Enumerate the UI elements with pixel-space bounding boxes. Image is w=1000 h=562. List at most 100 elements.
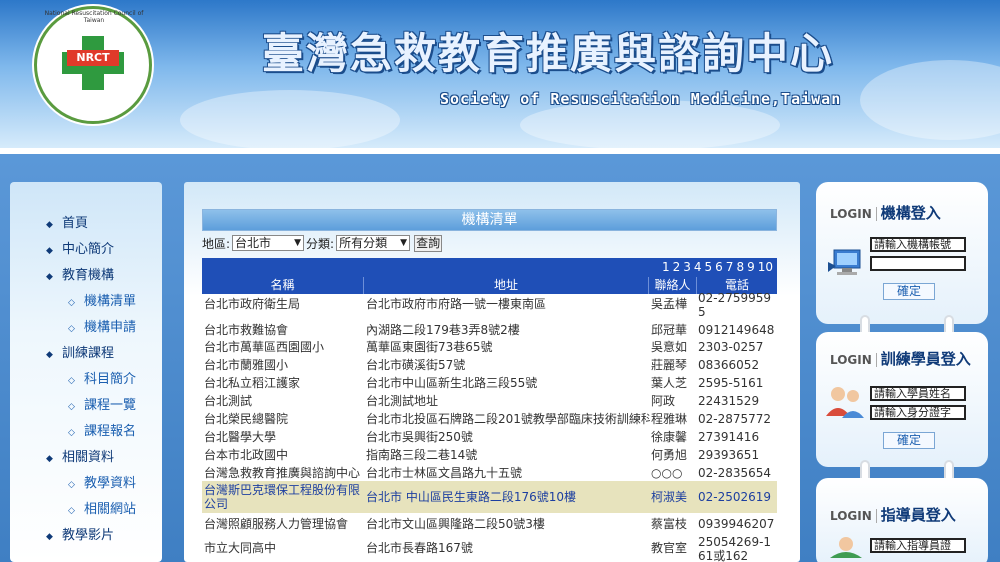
- cell-contact: 莊麗琴: [651, 358, 688, 372]
- table-row[interactable]: 台灣急救教育推廣與諮詢中心 台北市士林區文昌路九十五號 ○○○ 02-28356…: [202, 464, 777, 481]
- table-row[interactable]: 台北市救難協會 內湖路二段179巷3弄8號2樓 邱冠華 0912149648: [202, 320, 777, 338]
- region-select[interactable]: 台北市 ▼: [232, 235, 305, 251]
- page-link[interactable]: 7: [726, 260, 734, 274]
- instructor-icon: [826, 536, 866, 561]
- page-link[interactable]: 6: [715, 260, 723, 274]
- cell-contact: 葉人芝: [651, 376, 688, 390]
- table-row[interactable]: 台灣照顧服務人力管理協會 台北市文山區興隆路二段50號3樓 蔡富枝 093994…: [202, 513, 777, 533]
- cell-phone: 2303-0257: [698, 340, 764, 354]
- sidebar-item-resources[interactable]: ◆ 相關資料: [46, 448, 114, 468]
- sidebar-item-about[interactable]: ◆ 中心簡介: [46, 240, 114, 260]
- diamond-outline-bullet-icon: ◇: [68, 298, 75, 308]
- cell-name: 台北市萬華區西園國小: [204, 340, 325, 354]
- cell-phone: 08366052: [698, 358, 760, 372]
- sidebar-item-course-signup[interactable]: ◇ 課程報名: [68, 422, 136, 442]
- sidebar-item-subjects[interactable]: ◇ 科目簡介: [68, 370, 136, 390]
- student-login-submit-button[interactable]: 確定: [883, 432, 935, 449]
- sidebar-item-courses[interactable]: ◆ 訓練課程: [46, 344, 114, 364]
- login-title: 機構登入: [880, 204, 941, 222]
- student-name-input[interactable]: 請輸入學員姓名: [870, 386, 966, 401]
- table-row[interactable]: 台北市政府衛生局 台北市政府市府路一號一樓東南區 吳孟樺 02-2759959 …: [202, 291, 777, 320]
- org-account-input[interactable]: [870, 256, 966, 271]
- table-row[interactable]: 台北市萬華區西園國小 萬華區東園街73巷65號 吳意如 2303-0257: [202, 338, 777, 356]
- table-row[interactable]: 台北測試 台北測試地址 阿政 22431529: [202, 392, 777, 410]
- cell-phone: 29393651: [698, 448, 760, 462]
- sidebar-item-related-sites[interactable]: ◇ 相關網站: [68, 500, 136, 520]
- cell-contact: 吳意如: [651, 340, 688, 354]
- sidebar-item-label: 機構申請: [84, 320, 137, 335]
- cell-address: 台北市士林區文昌路九十五號: [366, 466, 523, 480]
- category-select[interactable]: 所有分類 ▼: [336, 235, 411, 251]
- table-row[interactable]: 市立大同高中 台北市長春路167號 教官室 25054269-1 61或162: [202, 533, 777, 562]
- sidebar-item-institution-list[interactable]: ◇ 機構清單: [68, 292, 136, 312]
- instructor-login-panel: LOGIN 指導員登入 請輸入指導員證: [816, 478, 988, 562]
- institution-table: 台北市政府衛生局 台北市政府市府路一號一樓東南區 吳孟樺 02-2759959 …: [202, 291, 777, 562]
- cell-address: 台北市 中山區民生東路二段176號10樓: [366, 490, 576, 504]
- page-link[interactable]: 5: [705, 260, 713, 274]
- diamond-outline-bullet-icon: ◇: [68, 506, 75, 516]
- sidebar-nav: ◆ 首頁 ◆ 中心簡介 ◆ 教育機構 ◇ 機構清單 ◇ 機構申請 ◆ 訓練課程 ◇ 科目簡介 …: [10, 182, 162, 562]
- cell-name: 台灣斯巴克環保工程股份有限公司: [204, 483, 361, 511]
- dropdown-arrow-icon: ▼: [294, 238, 302, 248]
- table-row[interactable]: 台北私立稻江護家 台北市中山區新生北路三段55號 葉人芝 2595-5161: [202, 374, 777, 392]
- sidebar-item-institutions[interactable]: ◆ 教育機構: [46, 266, 114, 286]
- page-link[interactable]: 3: [683, 260, 691, 274]
- cell-name: 台本市北政國中: [204, 448, 289, 462]
- cell-phone: 02-2759959 5: [698, 291, 772, 319]
- sidebar-item-institution-apply[interactable]: ◇ 機構申請: [68, 318, 136, 338]
- sidebar-item-label: 相關資料: [62, 450, 115, 465]
- sidebar-item-label: 課程報名: [84, 424, 137, 439]
- logo-badge: NRCT: [67, 50, 119, 66]
- table-row[interactable]: 台本市北政國中 指南路三段二巷14號 何勇旭 29393651: [202, 446, 777, 464]
- cell-contact: 蔡富枝: [651, 517, 688, 531]
- cell-contact: 程雅琳: [651, 412, 688, 426]
- category-select-value: 所有分類: [339, 236, 388, 250]
- cell-contact: 邱冠華: [651, 323, 688, 337]
- query-button[interactable]: 查詢: [414, 234, 443, 252]
- page-link[interactable]: 8: [736, 260, 744, 274]
- cell-name: 市立大同高中: [204, 541, 277, 555]
- table-row[interactable]: 台北市蘭雅國小 台北市磺溪街57號 莊麗琴 08366052: [202, 356, 777, 374]
- sidebar-item-teaching-materials[interactable]: ◇ 教學資料: [68, 474, 136, 494]
- page-link[interactable]: 9: [747, 260, 755, 274]
- instructor-id-input[interactable]: 請輸入指導員證: [870, 538, 966, 553]
- page-link[interactable]: 1: [662, 260, 670, 274]
- cell-address: 台北市中山區新生北路三段55號: [366, 376, 538, 390]
- cell-address: 台北市文山區興隆路二段50號3樓: [366, 517, 545, 531]
- students-icon: [826, 384, 866, 421]
- cell-address: 台北測試地址: [366, 394, 439, 408]
- student-id-input[interactable]: 請輸入身分證字: [870, 405, 966, 420]
- sidebar-item-videos[interactable]: ◆ 教學影片: [46, 526, 114, 546]
- cell-name: 台北測試: [204, 394, 253, 408]
- cell-phone: 02-2835654: [698, 466, 772, 480]
- cell-phone: 25054269-1 61或162: [698, 535, 772, 562]
- page-link[interactable]: 2: [673, 260, 681, 274]
- sidebar-item-label: 科目簡介: [84, 372, 137, 387]
- sidebar-item-label: 課程一覽: [84, 398, 137, 413]
- cell-contact: 徐康馨: [651, 430, 688, 444]
- cell-name: 台北市蘭雅國小: [204, 358, 289, 372]
- cell-address: 內湖路二段179巷3弄8號2樓: [366, 323, 520, 337]
- sidebar-item-course-list[interactable]: ◇ 課程一覽: [68, 396, 136, 416]
- table-row[interactable]: 台北醫學大學 台北市吳興街250號 徐康馨 27391416: [202, 428, 777, 446]
- table-row[interactable]: 台北榮民總醫院 台北市北投區石牌路二段201號教學部臨床技術訓練科 程雅琳 02…: [202, 410, 777, 428]
- sidebar-item-home[interactable]: ◆ 首頁: [46, 214, 88, 234]
- page-link[interactable]: 10: [758, 260, 773, 274]
- diamond-outline-bullet-icon: ◇: [68, 324, 75, 334]
- page-link[interactable]: 4: [694, 260, 702, 274]
- cell-address: 台北市磺溪街57號: [366, 358, 466, 372]
- org-login-submit-button[interactable]: 確定: [883, 283, 935, 300]
- cell-address: 台北市政府市府路一號一樓東南區: [366, 297, 547, 311]
- cell-name: 台北市政府衛生局: [204, 297, 301, 311]
- cell-name: 台灣照顧服務人力管理協會: [204, 517, 349, 531]
- org-login-panel: LOGIN 機構登入 請輸入機構帳號 確定: [816, 182, 988, 324]
- cell-phone: 22431529: [698, 394, 760, 408]
- cell-address: 萬華區東園街73巷65號: [366, 340, 493, 354]
- cell-phone: 0912149648: [698, 323, 775, 337]
- cell-contact: 吳孟樺: [651, 297, 688, 311]
- cell-contact: 阿政: [651, 394, 676, 408]
- table-row-selected[interactable]: 台灣斯巴克環保工程股份有限公司 台北市 中山區民生東路二段176號10樓 柯淑美…: [202, 481, 777, 513]
- diamond-outline-bullet-icon: ◇: [68, 428, 75, 438]
- cell-name: 台灣急救教育推廣與諮詢中心: [204, 466, 361, 480]
- pagination: 1 2 3 4 5 6 7 8 9 10: [202, 258, 777, 277]
